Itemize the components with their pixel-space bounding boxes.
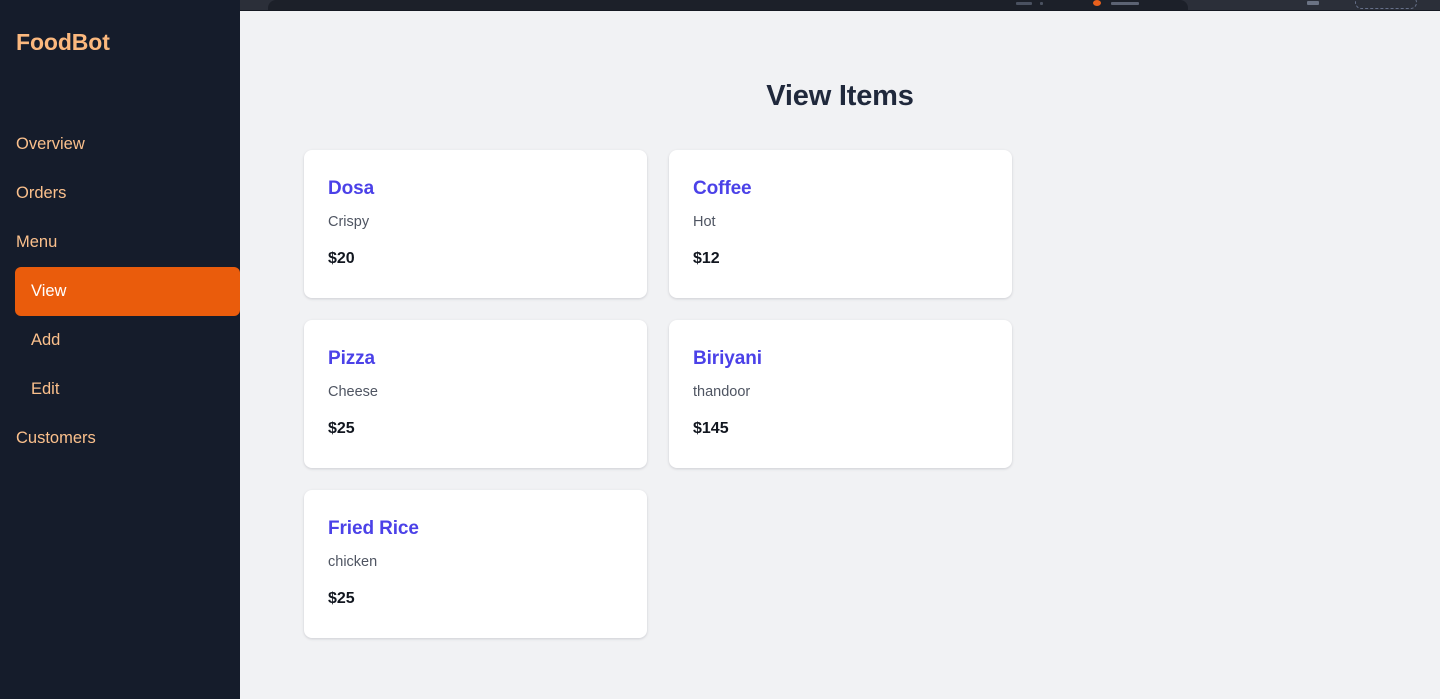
sidebar-item-customers[interactable]: Customers (0, 414, 240, 463)
item-description: Hot (693, 214, 716, 230)
item-description: Cheese (328, 384, 378, 400)
item-name: Dosa (328, 178, 375, 199)
item-card[interactable]: Pizza Cheese $25 (304, 320, 647, 468)
item-card[interactable]: Dosa Crispy $20 (304, 150, 647, 298)
sidebar-item-add[interactable]: Add (0, 316, 240, 365)
sidebar-item-view[interactable]: View (15, 267, 240, 316)
item-card[interactable]: Coffee Hot $12 (669, 150, 1012, 298)
brand-logo: FoodBot (16, 29, 110, 55)
main-content: View Items Dosa Crispy $20 Coffee Hot $1… (240, 11, 1440, 699)
item-card-grid: Dosa Crispy $20 Coffee Hot $12 Pizza Che… (304, 113, 1376, 638)
item-description: thandoor (693, 384, 751, 400)
item-price: $25 (328, 590, 355, 607)
item-price: $20 (328, 250, 355, 267)
minimize-icon[interactable] (1016, 2, 1032, 5)
sidebar: FoodBot Overview Orders Menu View Add Ed… (0, 0, 240, 699)
sidebar-item-menu[interactable]: Menu (0, 218, 240, 267)
item-description: Crispy (328, 214, 370, 230)
tab-divider-icon (1040, 2, 1043, 5)
item-name: Fried Rice (328, 518, 419, 539)
item-card[interactable]: Fried Rice chicken $25 (304, 490, 647, 638)
sidebar-nav: Overview Orders Menu View Add Edit Custo… (0, 120, 240, 463)
extension-icon[interactable] (1307, 1, 1319, 5)
item-description: chicken (328, 554, 378, 570)
favicon-icon (1093, 0, 1101, 6)
page-title: View Items (766, 80, 914, 112)
browser-chrome (240, 0, 1440, 11)
chrome-divider (240, 10, 1440, 11)
item-price: $12 (693, 250, 720, 267)
address-bar[interactable] (1111, 2, 1139, 5)
item-card[interactable]: Biriyani thandoor $145 (669, 320, 1012, 468)
item-price: $145 (693, 420, 729, 437)
sidebar-item-overview[interactable]: Overview (0, 120, 240, 169)
item-price: $25 (328, 420, 355, 437)
profile-chip[interactable] (1355, 0, 1417, 9)
sidebar-item-orders[interactable]: Orders (0, 169, 240, 218)
sidebar-item-edit[interactable]: Edit (0, 365, 240, 414)
item-name: Coffee (693, 178, 752, 199)
item-name: Biriyani (693, 348, 762, 369)
item-name: Pizza (328, 348, 376, 369)
